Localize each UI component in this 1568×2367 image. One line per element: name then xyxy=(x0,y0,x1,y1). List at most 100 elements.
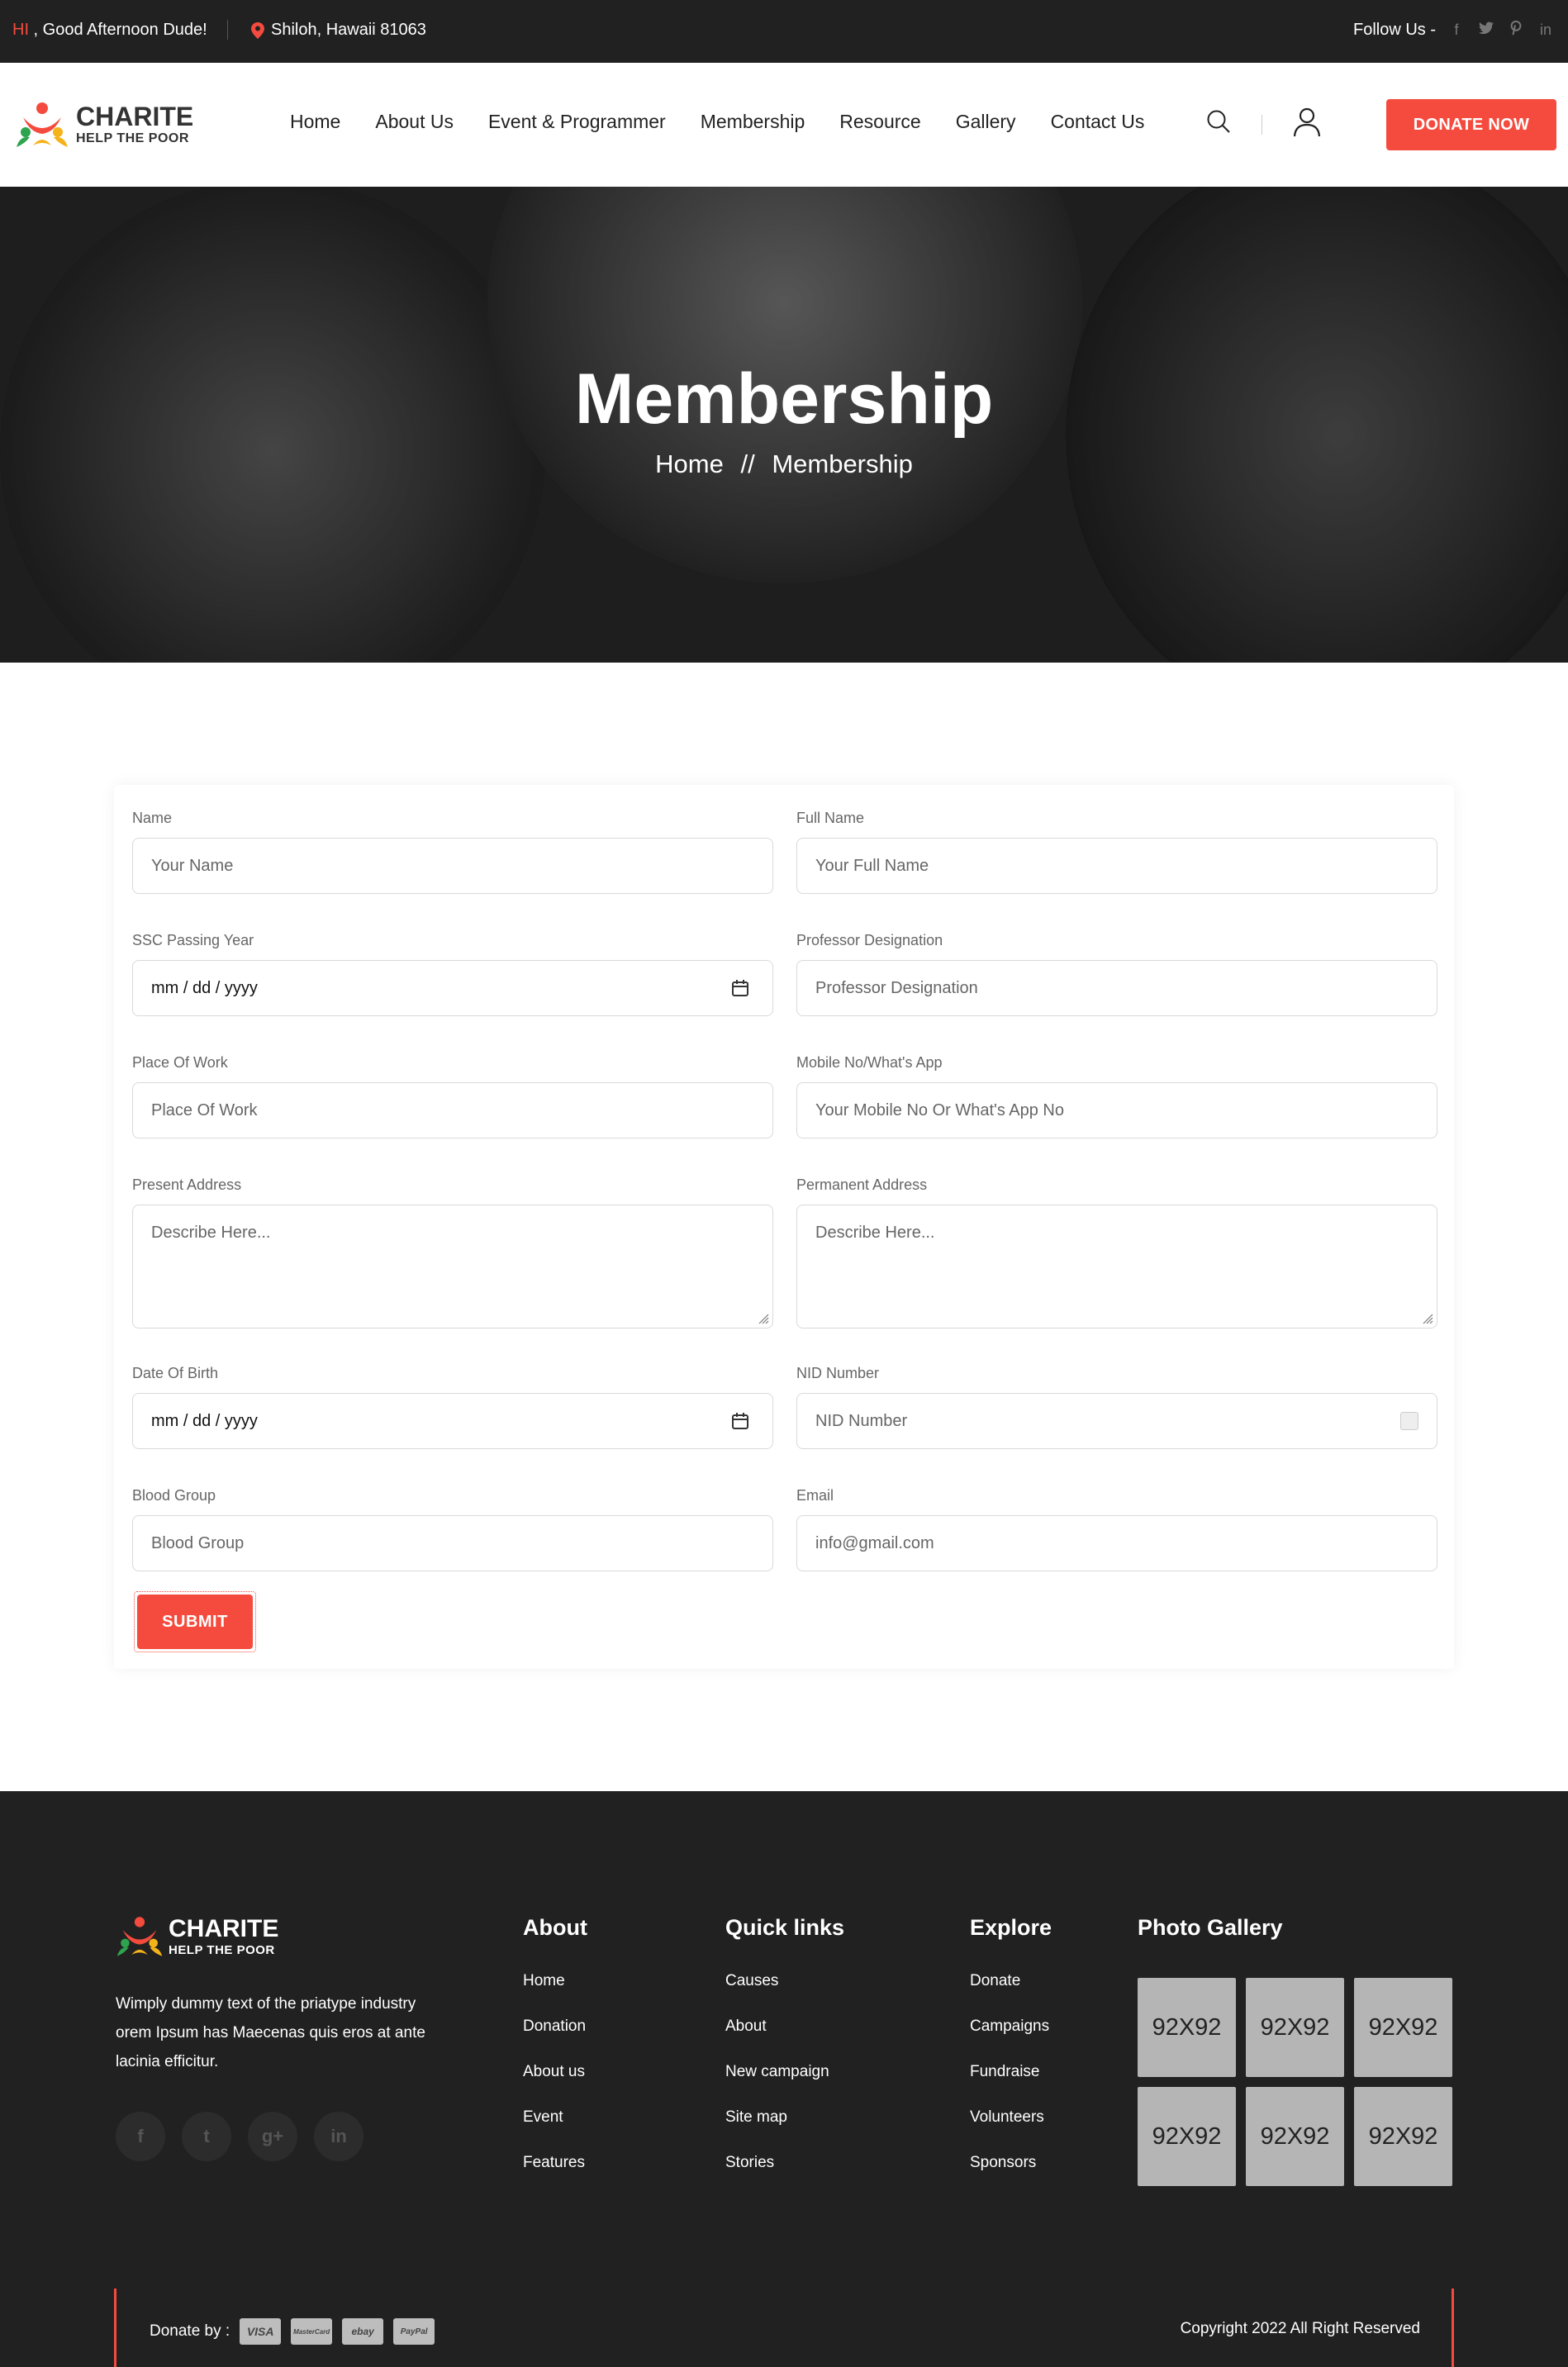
footer-link[interactable]: Site map xyxy=(725,2108,844,2154)
professor-designation-field-group: Professor Designation Professor Designat… xyxy=(796,932,1437,1016)
twitter-icon[interactable] xyxy=(1477,21,1495,39)
page-title: Membership xyxy=(574,359,994,439)
present-address-textarea[interactable]: Describe Here... xyxy=(132,1205,773,1328)
ssc-year-date-input[interactable]: mm / dd / yyyy xyxy=(132,960,773,1016)
footer-column-about: About Home Donation About us Event Featu… xyxy=(523,1915,587,2199)
brand-tagline: HELP THE POOR xyxy=(76,131,189,145)
present-address-label: Present Address xyxy=(132,1176,242,1193)
number-spinner-icon[interactable] xyxy=(1400,1412,1418,1430)
greeting-text: , Good Afternoon Dude! xyxy=(29,21,207,39)
permanent-address-label: Permanent Address xyxy=(796,1176,928,1193)
gallery-photo[interactable]: 92X92 xyxy=(1138,1978,1236,2077)
footer-link[interactable]: Campaigns xyxy=(970,2018,1052,2063)
nav-resource[interactable]: Resource xyxy=(839,111,920,133)
full-name-input[interactable]: Your Full Name xyxy=(796,838,1437,894)
nav-event-programmer[interactable]: Event & Programmer xyxy=(488,111,666,133)
charity-people-icon xyxy=(116,1917,163,1956)
present-address-placeholder: Describe Here... xyxy=(151,1224,271,1242)
footer-link[interactable]: Fundraise xyxy=(970,2063,1052,2108)
gallery-photo[interactable]: 92X92 xyxy=(1246,1978,1344,2077)
footer-link[interactable]: Donation xyxy=(523,2018,587,2063)
footer-link[interactable]: Sponsors xyxy=(970,2154,1052,2199)
mobile-label: Mobile No/What's App xyxy=(796,1054,943,1071)
footer-column-explore: Explore Donate Campaigns Fundraise Volun… xyxy=(970,1915,1052,2199)
breadcrumb-home[interactable]: Home xyxy=(655,449,724,478)
pinterest-icon[interactable] xyxy=(1507,20,1525,40)
full-name-placeholder: Your Full Name xyxy=(815,856,929,875)
site-logo[interactable]: CHARITE HELP THE POOR xyxy=(15,101,193,149)
footer-link[interactable]: Event xyxy=(523,2108,587,2154)
place-of-work-input[interactable]: Place Of Work xyxy=(132,1082,773,1138)
gallery-photo[interactable]: 92X92 xyxy=(1138,2087,1236,2186)
breadcrumb: Home // Membership xyxy=(0,449,1568,479)
nid-number-input[interactable]: NID Number xyxy=(796,1393,1437,1449)
footer-twitter-icon[interactable]: t xyxy=(182,2112,231,2161)
footer-facebook-icon[interactable]: f xyxy=(116,2112,165,2161)
footer-link[interactable]: Causes xyxy=(725,1972,844,2018)
blood-group-field-group: Blood Group Blood Group xyxy=(132,1487,773,1571)
greeting: HI , Good Afternoon Dude! xyxy=(12,21,207,40)
nav-gallery[interactable]: Gallery xyxy=(956,111,1016,133)
footer-google-plus-icon[interactable]: g+ xyxy=(248,2112,297,2161)
place-of-work-field-group: Place Of Work Place Of Work xyxy=(132,1054,773,1138)
gallery-photo[interactable]: 92X92 xyxy=(1354,2087,1452,2186)
gallery-photo[interactable]: 92X92 xyxy=(1354,1978,1452,2077)
name-label: Name xyxy=(132,810,173,826)
location-text: Shiloh, Hawaii 81063 xyxy=(271,21,426,39)
name-input[interactable]: Your Name xyxy=(132,838,773,894)
site-footer: CHARITE HELP THE POOR Wimply dummy text … xyxy=(0,1791,1568,2367)
calendar-icon[interactable] xyxy=(731,979,749,997)
footer-link[interactable]: About us xyxy=(523,2063,587,2108)
nav-about-us[interactable]: About Us xyxy=(375,111,454,133)
blood-group-input[interactable]: Blood Group xyxy=(132,1515,773,1571)
permanent-address-textarea[interactable]: Describe Here... xyxy=(796,1205,1437,1328)
nid-number-label: NID Number xyxy=(796,1365,880,1381)
calendar-icon[interactable] xyxy=(731,1412,749,1430)
nav-home[interactable]: Home xyxy=(290,111,340,133)
membership-form: Name Your Name Full Name Your Full Name … xyxy=(114,785,1454,1669)
footer-column-title: Explore xyxy=(970,1915,1052,1940)
resize-handle-icon[interactable] xyxy=(1422,1313,1433,1324)
brand-name: CHARITE xyxy=(76,102,194,131)
search-icon[interactable] xyxy=(1206,109,1231,134)
linkedin-icon[interactable]: in xyxy=(1537,21,1555,39)
main-nav: Home About Us Event & Programmer Members… xyxy=(290,111,1144,133)
nid-number-placeholder: NID Number xyxy=(815,1411,908,1430)
footer-link[interactable]: Donate xyxy=(970,1972,1052,2018)
footer-brand-tagline: HELP THE POOR xyxy=(169,1942,275,1957)
full-name-field-group: Full Name Your Full Name xyxy=(796,810,1437,894)
submit-button[interactable]: SUBMIT xyxy=(137,1595,253,1649)
resize-handle-icon[interactable] xyxy=(758,1313,769,1324)
date-of-birth-field-group: Date Of Birth mm / dd / yyyy xyxy=(132,1365,773,1449)
donate-by: Donate by : VISA MasterCard ebay PayPal xyxy=(150,2318,435,2345)
footer-link[interactable]: Features xyxy=(523,2154,587,2199)
email-input[interactable]: info@gmail.com xyxy=(796,1515,1437,1571)
footer-link[interactable]: New campaign xyxy=(725,2063,844,2108)
footer-column-title: Quick links xyxy=(725,1915,845,1940)
mobile-input[interactable]: Your Mobile No Or What's App No xyxy=(796,1082,1437,1138)
footer-link[interactable]: Volunteers xyxy=(970,2108,1052,2154)
footer-logo[interactable]: CHARITE HELP THE POOR xyxy=(116,1915,278,1958)
present-address-field-group: Present Address Describe Here... xyxy=(132,1176,773,1328)
breadcrumb-current: Membership xyxy=(772,449,913,478)
footer-link[interactable]: Stories xyxy=(725,2154,844,2199)
follow-us: Follow Us - f in xyxy=(1353,20,1555,40)
footer-link[interactable]: About xyxy=(725,2018,844,2063)
nav-contact-us[interactable]: Contact Us xyxy=(1051,111,1145,133)
footer-linkedin-icon[interactable]: in xyxy=(314,2112,363,2161)
mobile-placeholder: Your Mobile No Or What's App No xyxy=(815,1100,1064,1119)
donate-by-label: Donate by : xyxy=(150,2322,230,2340)
footer-column-title: About xyxy=(523,1915,587,1940)
date-of-birth-input[interactable]: mm / dd / yyyy xyxy=(132,1393,773,1449)
facebook-icon[interactable]: f xyxy=(1447,21,1466,39)
page-banner: Membership Home // Membership xyxy=(0,187,1568,663)
blood-group-placeholder: Blood Group xyxy=(151,1533,245,1552)
donate-now-button[interactable]: DONATE NOW xyxy=(1386,99,1556,150)
nav-membership[interactable]: Membership xyxy=(701,111,805,133)
map-pin-icon xyxy=(251,21,264,39)
gallery-photo[interactable]: 92X92 xyxy=(1246,2087,1344,2186)
ssc-year-value: mm / dd / yyyy xyxy=(151,978,258,997)
footer-link[interactable]: Home xyxy=(523,1972,587,2018)
professor-designation-input[interactable]: Professor Designation xyxy=(796,960,1437,1016)
user-icon[interactable] xyxy=(1293,107,1321,137)
